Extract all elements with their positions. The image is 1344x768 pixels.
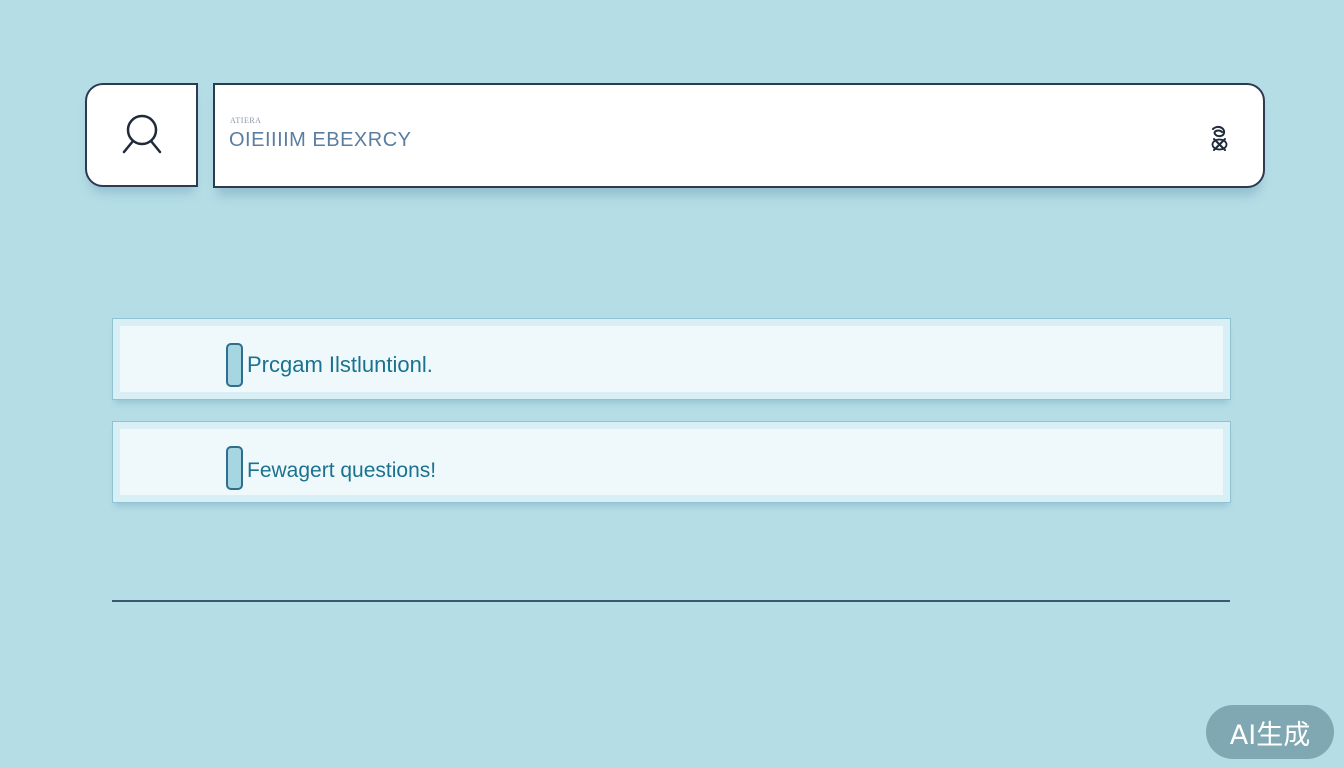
item-marker-icon (226, 343, 243, 387)
list-item-label: Fewagert questions! (247, 459, 437, 482)
clear-icon[interactable] (1205, 123, 1233, 153)
list-item-frequent-questions[interactable]: Fewagert questions! (112, 421, 1231, 503)
list-item-label: Prcgam Ilstluntionl. (247, 352, 433, 377)
ai-generated-badge: AI生成 (1206, 705, 1334, 759)
search-field[interactable]: ATIERA (213, 83, 1265, 188)
divider (112, 600, 1230, 602)
search-button[interactable] (85, 83, 198, 187)
search-icon (118, 111, 166, 159)
search-caption: ATIERA (230, 116, 262, 125)
item-marker-icon (226, 446, 243, 490)
search-input[interactable] (229, 125, 1169, 155)
list-item-program-institutional[interactable]: Prcgam Ilstluntionl. (112, 318, 1231, 400)
